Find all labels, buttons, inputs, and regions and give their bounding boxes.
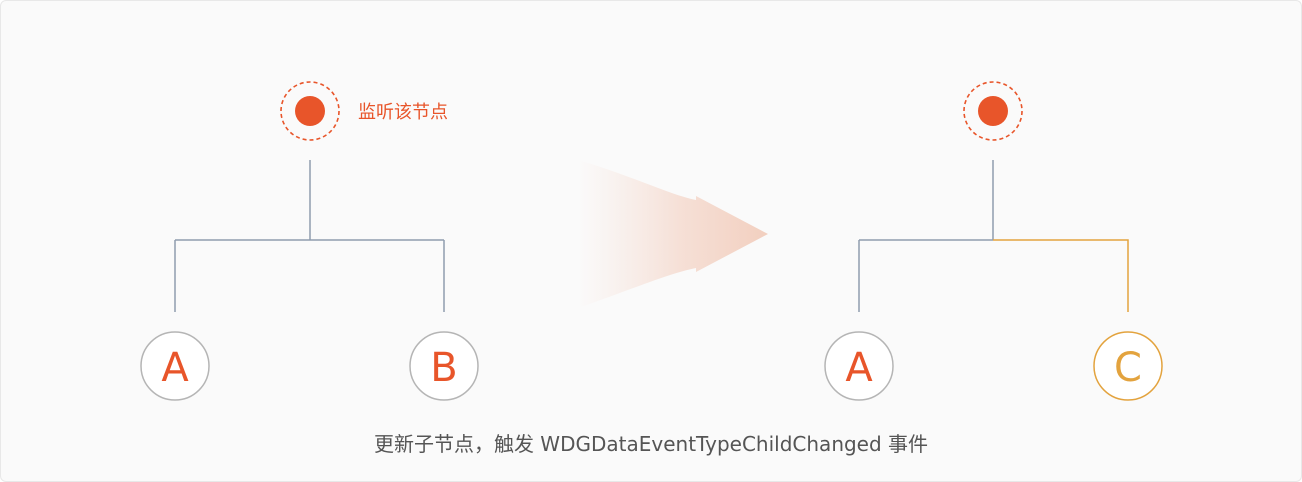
listened-root-node-after [963,81,1023,141]
diagram-caption: 更新子节点，触发 WDGDataEventTypeChildChanged 事件 [373,432,929,456]
changed-child-edge [993,239,1129,312]
listener-label: 监听该节点 [358,102,448,123]
before-tree: 监听该节点 A B [140,81,479,401]
before-tree-edges [174,160,445,312]
listened-root-node [280,81,340,141]
tree-update-diagram: 监听该节点 A B A C [140,81,1163,401]
after-tree: A C [824,81,1163,401]
before-child-a: A [140,331,210,401]
child-c-label: C [1114,345,1142,391]
child-a-label: A [161,345,189,391]
after-child-a: A [824,331,894,401]
child-b-label: B [430,345,457,391]
before-child-b: B [409,331,479,401]
after-tree-edges [858,160,994,312]
root-dot [978,96,1008,126]
transition-arrow [578,160,768,308]
root-dot [295,96,325,126]
after-child-c: C [1093,331,1163,401]
child-a-label: A [845,345,873,391]
